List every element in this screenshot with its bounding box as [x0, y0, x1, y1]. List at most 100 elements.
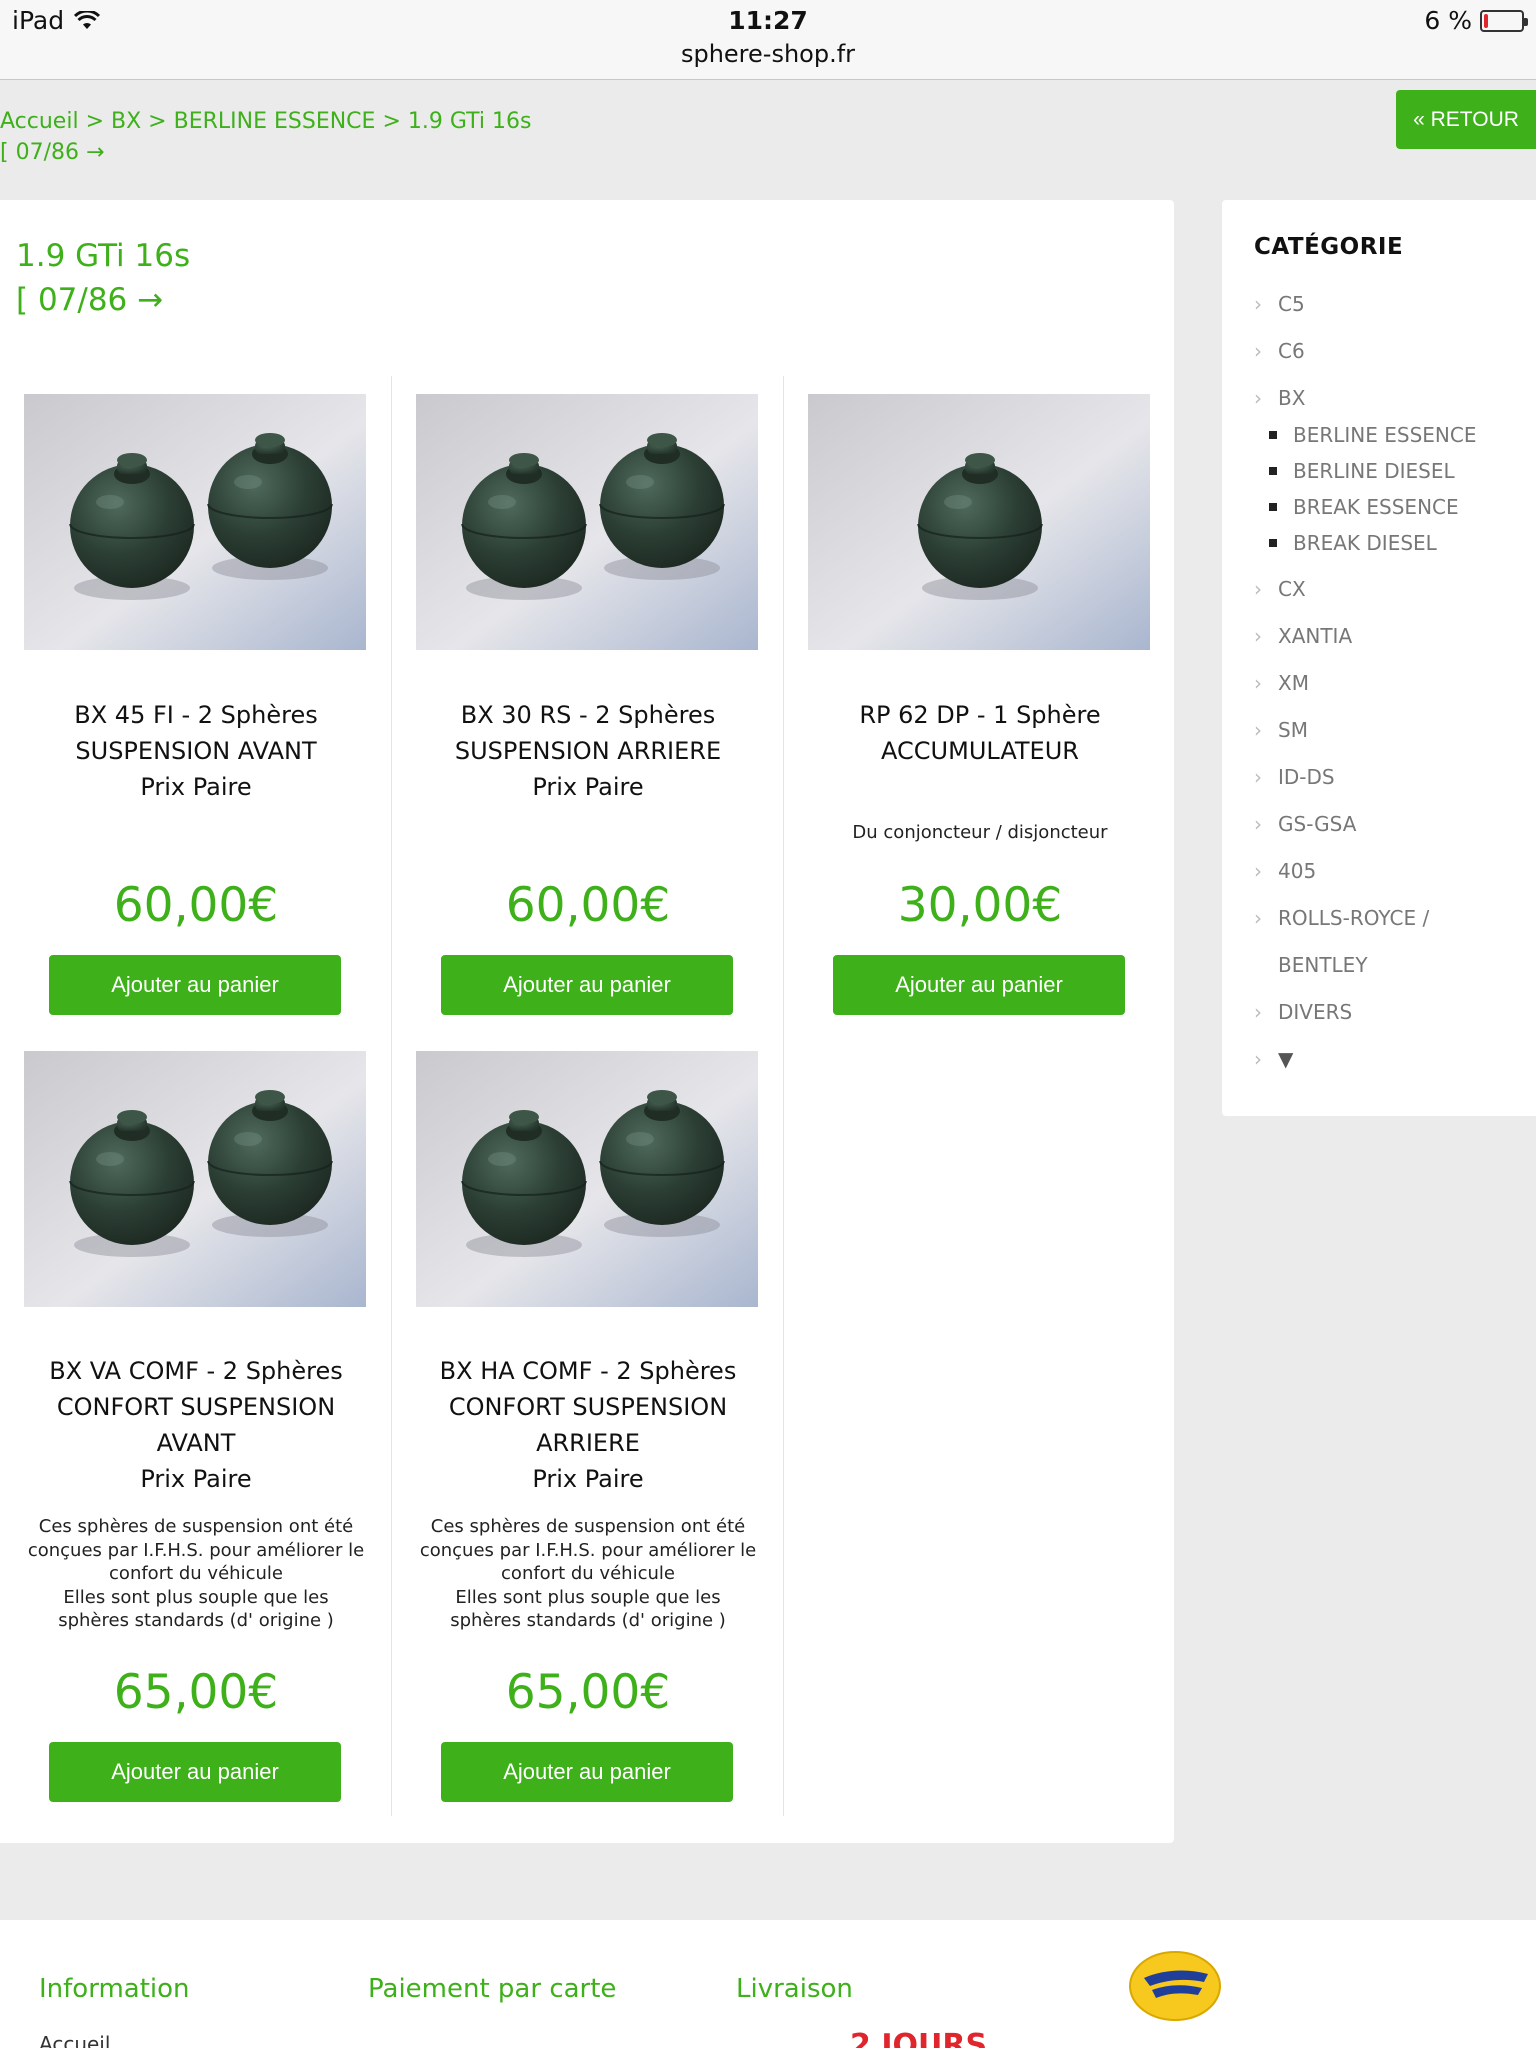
- bullet-square-icon: [1269, 539, 1277, 547]
- sidebar-item-divers[interactable]: › DIVERS: [1254, 1000, 1352, 1024]
- sidebar-item-more[interactable]: › ▼: [1254, 1047, 1293, 1071]
- status-bar: iPad 11:27 sphere-shop.fr 6 %: [0, 0, 1536, 80]
- product-description-line: confort du véhicule: [109, 1563, 283, 1584]
- breadcrumb-current[interactable]: 1.9 GTi 16s: [408, 109, 532, 134]
- product-title[interactable]: RP 62 DP - 1 Sphère ACCUMULATEUR: [784, 697, 1176, 769]
- product-title[interactable]: BX 30 RS - 2 Sphères SUSPENSION ARRIERE …: [392, 697, 784, 805]
- chevron-right-icon: ›: [1254, 386, 1262, 410]
- retour-button[interactable]: « RETOUR: [1396, 90, 1536, 149]
- sidebar-subitem-break-diesel[interactable]: BREAK DIESEL: [1269, 531, 1437, 555]
- sidebar-item-label: BX: [1278, 386, 1306, 410]
- sidebar-item-label: XANTIA: [1278, 624, 1353, 648]
- sidebar-item-bx[interactable]: › BX: [1254, 386, 1305, 410]
- sidebar-item-label: ROLLS-ROYCE /: [1278, 906, 1430, 930]
- product-title-line: CONFORT SUSPENSION: [56, 1393, 336, 1421]
- sidebar-subitem-berline-essence[interactable]: BERLINE ESSENCE: [1269, 423, 1476, 447]
- product-title[interactable]: BX HA COMF - 2 Sphères CONFORT SUSPENSIO…: [392, 1353, 784, 1497]
- product-title-line: SUSPENSION ARRIERE: [454, 737, 722, 765]
- product-image[interactable]: [416, 394, 758, 650]
- sidebar-item-label: C6: [1278, 339, 1305, 363]
- product-description-line: confort du véhicule: [501, 1563, 675, 1584]
- sidebar-subitem-break-essence[interactable]: BREAK ESSENCE: [1269, 495, 1459, 519]
- product-price: 65,00€: [113, 1665, 279, 1720]
- sidebar-item-cx[interactable]: › CX: [1254, 577, 1306, 601]
- product-price: 60,00€: [505, 878, 671, 933]
- add-to-cart-button[interactable]: Ajouter au panier: [49, 955, 341, 1015]
- product-description-line: sphères standards (d' origine ): [58, 1610, 334, 1631]
- sidebar-item-rolls-royce[interactable]: › ROLLS-ROYCE /: [1254, 906, 1429, 930]
- product-description-line: Ces sphères de suspension ont été: [430, 1516, 746, 1537]
- product-image[interactable]: [24, 394, 366, 650]
- sidebar-item-c6[interactable]: › C6: [1254, 339, 1305, 363]
- url-bar[interactable]: sphere-shop.fr: [0, 40, 1536, 68]
- sidebar-item-xm[interactable]: › XM: [1254, 671, 1309, 695]
- product-description-line: conçues par I.F.H.S. pour améliorer le: [419, 1539, 757, 1561]
- sidebar-item-label: DIVERS: [1278, 1000, 1353, 1024]
- page-title-line-1: 1.9 GTi 16s: [16, 238, 191, 274]
- product-description-line: sphères standards (d' origine ): [450, 1610, 726, 1631]
- product-title[interactable]: BX 45 FI - 2 Sphères SUSPENSION AVANT Pr…: [0, 697, 392, 805]
- sidebar-item-405[interactable]: › 405: [1254, 859, 1316, 883]
- bullet-square-icon: [1269, 503, 1277, 511]
- breadcrumb-bx[interactable]: BX: [111, 109, 141, 134]
- breadcrumb: Accueil > BX > BERLINE ESSENCE > 1.9 GTi…: [0, 106, 531, 168]
- sidebar-item-label: XM: [1278, 671, 1309, 695]
- add-to-cart-button[interactable]: Ajouter au panier: [833, 955, 1125, 1015]
- product-title-line: BX 45 FI - 2 Sphères: [74, 701, 318, 729]
- product-image[interactable]: [24, 1051, 366, 1307]
- chevron-right-icon: ›: [1254, 765, 1262, 789]
- sidebar-item-label: ID-DS: [1278, 765, 1335, 789]
- product-title-line: BX VA COMF - 2 Sphères: [49, 1357, 343, 1385]
- battery-fill: [1484, 13, 1488, 28]
- product-image[interactable]: [416, 1051, 758, 1307]
- add-to-cart-button[interactable]: Ajouter au panier: [441, 955, 733, 1015]
- sidebar-item-xantia[interactable]: › XANTIA: [1254, 624, 1352, 648]
- breadcrumb-separator: >: [85, 109, 104, 134]
- chevron-right-icon: ›: [1254, 671, 1262, 695]
- sidebar-item-id-ds[interactable]: › ID-DS: [1254, 765, 1335, 789]
- footer-link-accueil[interactable]: Accueil: [39, 2032, 110, 2048]
- battery-percent: 6 %: [1424, 6, 1472, 35]
- sidebar-item-bentley[interactable]: BENTLEY: [1278, 953, 1368, 977]
- product-list-panel: 1.9 GTi 16s [ 07/86 → BX 45 FI - 2 Sphèr…: [0, 200, 1174, 1843]
- footer-heading-livraison: Livraison: [736, 1974, 853, 2004]
- chevron-right-icon: ›: [1254, 906, 1262, 930]
- chevron-right-icon: ›: [1254, 812, 1262, 836]
- chevron-right-icon: ›: [1254, 859, 1262, 883]
- product-description: Du conjoncteur / disjoncteur: [810, 821, 1150, 845]
- column-divider: [783, 376, 784, 1816]
- product-title-line: BX HA COMF - 2 Sphères: [439, 1357, 737, 1385]
- chevron-right-icon: ›: [1254, 1047, 1262, 1071]
- chevron-right-icon: ›: [1254, 624, 1262, 648]
- breadcrumb-separator: >: [148, 109, 167, 134]
- product-title[interactable]: BX VA COMF - 2 Sphères CONFORT SUSPENSIO…: [0, 1353, 392, 1497]
- product-description: Ces sphères de suspension ont été conçue…: [26, 1515, 366, 1633]
- product-title-line: Prix Paire: [140, 773, 252, 801]
- page-title: 1.9 GTi 16s [ 07/86 →: [16, 234, 190, 322]
- breadcrumb-accueil[interactable]: Accueil: [0, 109, 79, 134]
- footer: Information Paiement par carte Livraison…: [0, 1920, 1536, 2048]
- add-to-cart-button[interactable]: Ajouter au panier: [441, 1742, 733, 1802]
- sidebar-item-c5[interactable]: › C5: [1254, 292, 1305, 316]
- product-description-line: conçues par I.F.H.S. pour améliorer le: [27, 1539, 365, 1561]
- bullet-square-icon: [1269, 467, 1277, 475]
- product-title-line: SUSPENSION AVANT: [75, 737, 317, 765]
- breadcrumb-line-2[interactable]: [ 07/86 →: [0, 137, 531, 168]
- product-title-line: BX 30 RS - 2 Sphères: [460, 701, 716, 729]
- category-sidebar: CATÉGORIE › C5 › C6 › BX BERLINE ESSENCE BE…: [1222, 200, 1536, 1116]
- status-right: 6 %: [1424, 6, 1528, 35]
- sidebar-item-label: GS-GSA: [1278, 812, 1357, 836]
- chevron-right-icon: ›: [1254, 1000, 1262, 1024]
- footer-heading-information: Information: [39, 1974, 190, 2004]
- breadcrumb-berline-essence[interactable]: BERLINE ESSENCE: [174, 109, 376, 134]
- product-description-line: Ces sphères de suspension ont été: [38, 1516, 354, 1537]
- sidebar-subitem-berline-diesel[interactable]: BERLINE DIESEL: [1269, 459, 1455, 483]
- chevron-right-icon: ›: [1254, 577, 1262, 601]
- sidebar-item-sm[interactable]: › SM: [1254, 718, 1308, 742]
- clock: 11:27: [728, 6, 808, 35]
- product-title-line: ACCUMULATEUR: [881, 737, 1079, 765]
- product-image[interactable]: [808, 394, 1150, 650]
- add-to-cart-button[interactable]: Ajouter au panier: [49, 1742, 341, 1802]
- sidebar-item-gs-gsa[interactable]: › GS-GSA: [1254, 812, 1356, 836]
- sidebar-item-label: BENTLEY: [1278, 953, 1368, 977]
